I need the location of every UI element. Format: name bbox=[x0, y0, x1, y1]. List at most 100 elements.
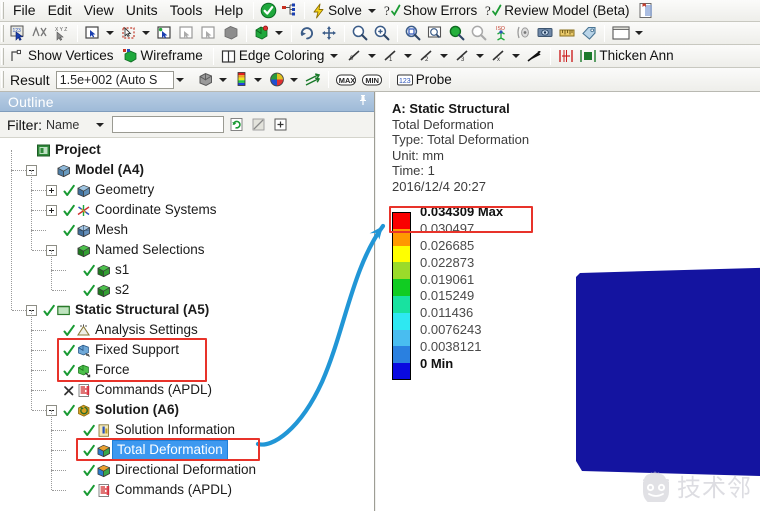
tree-item-model-a4[interactable]: Model (A4) bbox=[0, 160, 374, 180]
capped-iso-icon[interactable] bbox=[266, 70, 288, 90]
chevron-down-icon[interactable] bbox=[289, 77, 298, 82]
thickness-2-icon[interactable]: 2 bbox=[416, 46, 438, 66]
body-filter-icon[interactable] bbox=[220, 23, 242, 43]
tree-item-static-structural-a5[interactable]: Static Structural (A5) bbox=[0, 300, 374, 320]
menu-help[interactable]: Help bbox=[208, 0, 249, 21]
zoom-to-fit-icon[interactable] bbox=[424, 23, 446, 43]
report-preview-icon[interactable] bbox=[636, 1, 657, 21]
toolbar-grip[interactable] bbox=[1, 47, 4, 65]
legend-swatch bbox=[392, 245, 411, 263]
generate-mesh-icon[interactable] bbox=[258, 1, 279, 21]
expand-all-icon[interactable] bbox=[271, 115, 290, 134]
magnifier-gray-icon[interactable] bbox=[468, 23, 490, 43]
window-icon[interactable] bbox=[609, 23, 633, 43]
chevron-down-icon[interactable] bbox=[330, 54, 339, 58]
coordinate-system-icon[interactable] bbox=[251, 23, 273, 43]
tree-item-geometry[interactable]: Geometry bbox=[0, 180, 374, 200]
view-box-icon[interactable] bbox=[534, 23, 556, 43]
show-errors-button[interactable]: ? Show Errors bbox=[382, 1, 483, 21]
select-by-id-icon[interactable]: X Y Z bbox=[51, 23, 73, 43]
edge-coloring-button[interactable]: Edge Coloring bbox=[218, 46, 345, 66]
thickness-x-icon[interactable]: x bbox=[488, 46, 510, 66]
pin-icon[interactable] bbox=[358, 93, 368, 111]
tree-item-analysis-settings[interactable]: Analysis Settings bbox=[0, 320, 374, 340]
chevron-down-icon[interactable] bbox=[96, 122, 104, 127]
select-mode-icon[interactable]: 123 bbox=[7, 23, 29, 43]
vertex-filter-icon[interactable] bbox=[154, 23, 176, 43]
chevron-down-icon[interactable] bbox=[275, 31, 283, 35]
clear-filter-icon[interactable] bbox=[249, 115, 268, 134]
min-icon[interactable]: MIN bbox=[359, 70, 385, 90]
chevron-down-icon[interactable] bbox=[218, 77, 227, 82]
box-select-icon[interactable] bbox=[118, 23, 140, 43]
annotation-arrow-icon[interactable] bbox=[524, 46, 546, 66]
single-select-icon[interactable] bbox=[82, 23, 104, 43]
connections-icon[interactable] bbox=[279, 1, 300, 21]
expand-icon[interactable] bbox=[46, 184, 57, 196]
tree-item-named-selections[interactable]: Named Selections bbox=[0, 240, 374, 260]
thickness-0-icon[interactable]: 0 bbox=[344, 46, 366, 66]
chevron-down-icon[interactable] bbox=[368, 54, 377, 58]
geometry-display-icon[interactable] bbox=[194, 70, 217, 90]
ruler-icon[interactable] bbox=[556, 23, 578, 43]
chevron-down-icon[interactable] bbox=[253, 77, 262, 82]
toolbar-grip[interactable] bbox=[1, 2, 4, 19]
chevron-down-icon[interactable] bbox=[476, 54, 485, 58]
tree-item-label: Static Structural (A5) bbox=[75, 302, 210, 317]
filter-mode-select[interactable]: Name bbox=[46, 116, 108, 133]
solve-button[interactable]: Solve bbox=[309, 1, 382, 21]
deformed-part[interactable] bbox=[568, 265, 760, 480]
result-scale-dropdown[interactable] bbox=[173, 71, 188, 89]
zoom-in-icon[interactable] bbox=[371, 23, 393, 43]
probe-button[interactable]: 123 Probe bbox=[394, 70, 458, 90]
menu-view[interactable]: View bbox=[78, 0, 120, 21]
result-scale-combo[interactable]: 1.5e+002 (Auto S bbox=[55, 70, 174, 89]
tree-item-solution-a6[interactable]: Solution (A6) bbox=[0, 400, 374, 420]
tree-item-project[interactable]: Project bbox=[0, 140, 374, 160]
rotate-icon[interactable] bbox=[296, 23, 318, 43]
box-zoom-icon[interactable] bbox=[402, 23, 424, 43]
edge-filter-icon[interactable] bbox=[176, 23, 198, 43]
tree-item-commands-apdl[interactable]: Commands (APDL) bbox=[0, 380, 374, 400]
chevron-down-icon[interactable] bbox=[635, 31, 643, 35]
toolbar-grip[interactable] bbox=[1, 24, 4, 42]
vector-display-icon[interactable] bbox=[302, 70, 324, 90]
chevron-down-icon[interactable] bbox=[142, 31, 150, 35]
menu-file[interactable]: File bbox=[7, 0, 42, 21]
contour-bands-icon[interactable] bbox=[231, 70, 252, 90]
label-icon[interactable] bbox=[578, 23, 600, 43]
tree-item-force[interactable]: Force bbox=[0, 360, 374, 380]
chevron-down-icon[interactable] bbox=[367, 8, 376, 13]
face-filter-icon[interactable] bbox=[198, 23, 220, 43]
pan-icon[interactable] bbox=[318, 23, 340, 43]
outline-tree[interactable]: Project Model (A4) Geometry Coordinate S… bbox=[0, 138, 374, 500]
refresh-icon[interactable] bbox=[227, 115, 246, 134]
chevron-down-icon[interactable] bbox=[512, 54, 521, 58]
toolbar-grip[interactable] bbox=[1, 71, 4, 88]
menu-edit[interactable]: Edit bbox=[42, 0, 78, 21]
graphics-viewport[interactable]: A: Static Structural Total Deformation T… bbox=[376, 92, 760, 511]
menu-units[interactable]: Units bbox=[120, 0, 164, 21]
expand-icon[interactable] bbox=[46, 204, 57, 216]
review-model-button[interactable]: ? Review Model (Beta) bbox=[483, 1, 635, 21]
zoom-icon[interactable] bbox=[349, 23, 371, 43]
magnifier-green-icon[interactable] bbox=[446, 23, 468, 43]
iso-view-icon[interactable]: ISO bbox=[490, 23, 512, 43]
chevron-down-icon[interactable] bbox=[440, 54, 449, 58]
wireframe-button[interactable]: Wireframe bbox=[120, 46, 209, 66]
distance-icon[interactable] bbox=[555, 46, 577, 66]
thickness-1-icon[interactable]: 1 bbox=[380, 46, 402, 66]
tree-item-fixed-support[interactable]: Fixed Support bbox=[0, 340, 374, 360]
thicken-annotations-button[interactable]: Thicken Ann bbox=[577, 46, 679, 66]
chevron-down-icon[interactable] bbox=[404, 54, 413, 58]
filter-input[interactable] bbox=[112, 116, 224, 133]
tree-item-coordinate-systems[interactable]: Coordinate Systems bbox=[0, 200, 374, 220]
chevron-down-icon[interactable] bbox=[106, 31, 114, 35]
tree-item-mesh[interactable]: Mesh bbox=[0, 220, 374, 240]
look-at-icon[interactable] bbox=[512, 23, 534, 43]
thickness-3-icon[interactable]: 3 bbox=[452, 46, 474, 66]
extend-selection-icon[interactable] bbox=[29, 23, 51, 43]
max-icon[interactable]: MAX bbox=[333, 70, 359, 90]
show-vertices-button[interactable]: Show Vertices bbox=[7, 46, 120, 66]
menu-tools[interactable]: Tools bbox=[164, 0, 209, 21]
